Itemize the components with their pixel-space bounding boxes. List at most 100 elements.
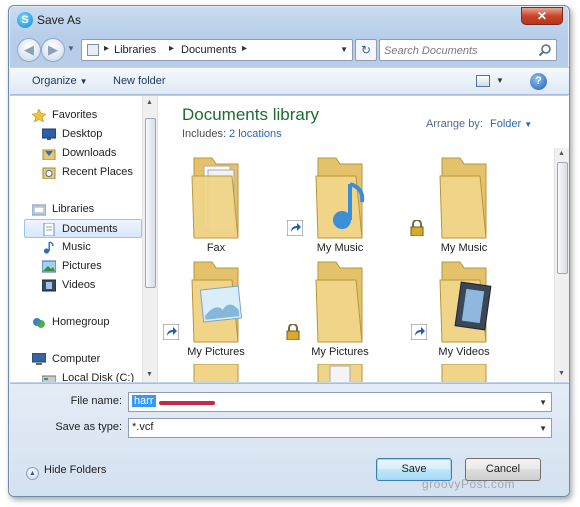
library-includes: Includes: 2 locations <box>182 128 282 140</box>
scrollbar-thumb[interactable] <box>145 118 156 288</box>
folder-icon[interactable] <box>186 364 246 382</box>
recent-pages-dropdown[interactable]: ▼ <box>67 44 75 53</box>
computer-icon <box>32 353 46 365</box>
scroll-up-icon[interactable]: ▲ <box>558 150 565 157</box>
breadcrumb-documents[interactable]: Documents <box>181 44 237 56</box>
chevron-right-icon[interactable]: ▸ <box>242 43 247 54</box>
search-icon[interactable] <box>538 43 552 57</box>
sidebar-item-homegroup[interactable]: Homegroup <box>32 313 142 332</box>
sidebar-item-documents[interactable]: Documents <box>24 219 142 238</box>
file-name-combobox[interactable]: harr ▼ <box>128 392 552 412</box>
hide-folders-label: Hide Folders <box>44 464 107 476</box>
pictures-icon <box>42 260 56 273</box>
recent-places-icon <box>42 167 56 179</box>
navigation-pane-scrollbar[interactable]: ▲ ▼ <box>142 96 157 382</box>
disk-icon <box>42 375 56 382</box>
close-button[interactable]: ✕ <box>521 7 563 25</box>
folder-item-my-pictures-shortcut[interactable]: My Pictures <box>163 258 268 362</box>
scroll-down-icon[interactable]: ▼ <box>146 371 153 378</box>
folder-videos-icon <box>439 261 492 343</box>
search-input[interactable] <box>384 43 534 58</box>
folder-item-my-music-locked[interactable]: My Music <box>410 154 516 258</box>
file-name-label: My Pictures <box>187 346 245 358</box>
address-dropdown-arrow-icon[interactable]: ▼ <box>340 45 348 54</box>
title-bar: S Save As ✕ <box>9 6 569 34</box>
folder-item-my-music-shortcut[interactable]: My Music <box>287 154 392 258</box>
chevron-down-icon[interactable]: ▼ <box>539 424 547 433</box>
folder-item-fax[interactable]: Fax <box>164 154 268 258</box>
new-folder-button[interactable]: New folder <box>113 75 166 87</box>
save-form: File name: harr ▼ Save as type: *.vcf ▼ … <box>10 383 569 496</box>
libraries-icon <box>32 204 46 216</box>
sidebar-item-label: Computer <box>52 353 101 365</box>
lock-icon <box>286 324 300 340</box>
sidebar-item-videos[interactable]: Videos <box>42 276 142 295</box>
chevron-right-icon[interactable]: ▸ <box>169 43 174 54</box>
sidebar-item-label: Homegroup <box>52 316 110 328</box>
window-title: Save As <box>37 13 82 27</box>
folder-icon <box>439 157 487 239</box>
folder-icon[interactable] <box>310 364 370 382</box>
refresh-icon: ↻ <box>360 43 372 57</box>
file-name-field-label: File name: <box>70 395 122 407</box>
sidebar-item-label: Pictures <box>62 260 102 272</box>
arrange-by-dropdown[interactable]: Folder ▼ <box>490 118 532 130</box>
file-list-pane: Documents library Includes: 2 locations A… <box>160 96 569 382</box>
sidebar-item-pictures[interactable]: Pictures <box>42 257 142 276</box>
sidebar-item-label: Libraries <box>52 203 95 215</box>
desktop-icon <box>42 128 56 140</box>
documents-icon <box>43 223 55 236</box>
refresh-button[interactable]: ↻ <box>355 39 377 61</box>
file-name-label: My Music <box>440 242 488 254</box>
folder-fax-icon <box>191 157 239 239</box>
file-name-label: My Pictures <box>311 346 369 358</box>
lock-icon <box>410 220 424 236</box>
sidebar-item-label: Documents <box>62 223 118 235</box>
change-view-icon[interactable] <box>476 75 490 87</box>
scrollbar-thumb[interactable] <box>557 162 568 274</box>
organize-menu[interactable]: Organize ▼ <box>32 75 88 87</box>
arrow-right-icon: ▶ <box>48 42 58 57</box>
sidebar-item-music[interactable]: Music <box>42 238 142 257</box>
star-icon <box>32 109 46 122</box>
scroll-down-icon[interactable]: ▼ <box>558 370 565 377</box>
sidebar-item-libraries[interactable]: Libraries <box>32 200 142 219</box>
includes-locations-link[interactable]: 2 locations <box>229 128 282 140</box>
file-name-label: My Videos <box>438 346 490 358</box>
sidebar-item-favorites[interactable]: Favorites <box>32 106 142 125</box>
folder-pictures-icon <box>191 261 243 343</box>
forward-button[interactable]: ▶ <box>41 38 65 62</box>
sidebar-item-computer[interactable]: Computer <box>32 350 142 369</box>
file-name-input[interactable]: harr <box>132 395 156 407</box>
search-box[interactable] <box>379 39 557 61</box>
folder-icon <box>315 261 363 343</box>
save-as-type-select[interactable]: *.vcf ▼ <box>128 418 552 438</box>
hide-folders-button[interactable]: ▲ Hide Folders <box>26 464 106 480</box>
sidebar-item-label: Videos <box>62 279 96 291</box>
views-dropdown-icon[interactable]: ▼ <box>496 76 504 85</box>
address-bar[interactable]: ▸ Libraries ▸ Documents ▸ ▼ <box>81 39 353 61</box>
navigation-bar: ◀ ▶ ▼ ▸ Libraries ▸ Documents ▸ ▼ ↻ <box>9 36 569 64</box>
folder-music-icon <box>315 157 365 239</box>
folder-item-my-videos-shortcut[interactable]: My Videos <box>411 258 516 362</box>
save-as-type-value: *.vcf <box>132 421 154 433</box>
main-content: Favorites Desktop Downloads Recent Place… <box>10 96 569 382</box>
arrange-by-value: Folder <box>490 118 522 130</box>
command-bar: Organize ▼ New folder ▼ ? <box>10 67 569 95</box>
organize-label: Organize <box>32 75 77 87</box>
folder-icon[interactable] <box>434 364 494 382</box>
scroll-up-icon[interactable]: ▲ <box>146 99 153 106</box>
sidebar-item-downloads[interactable]: Downloads <box>42 144 142 163</box>
save-as-dialog: S Save As ✕ ◀ ▶ ▼ ▸ Libraries ▸ Document… <box>8 5 570 497</box>
breadcrumb-libraries[interactable]: Libraries <box>114 44 156 56</box>
file-list-scrollbar[interactable]: ▲ ▼ <box>554 148 569 382</box>
sidebar-item-desktop[interactable]: Desktop <box>42 125 142 144</box>
watermark-text: groovyPost.com <box>422 477 516 491</box>
folder-item-my-pictures-locked[interactable]: My Pictures <box>286 258 392 362</box>
file-name-label: Fax <box>206 242 226 254</box>
sidebar-item-local-disk[interactable]: Local Disk (C:) <box>42 369 142 382</box>
sidebar-item-recent-places[interactable]: Recent Places <box>42 163 142 182</box>
chevron-down-icon[interactable]: ▼ <box>539 398 547 407</box>
help-icon[interactable]: ? <box>530 73 547 90</box>
back-button[interactable]: ◀ <box>17 38 41 62</box>
